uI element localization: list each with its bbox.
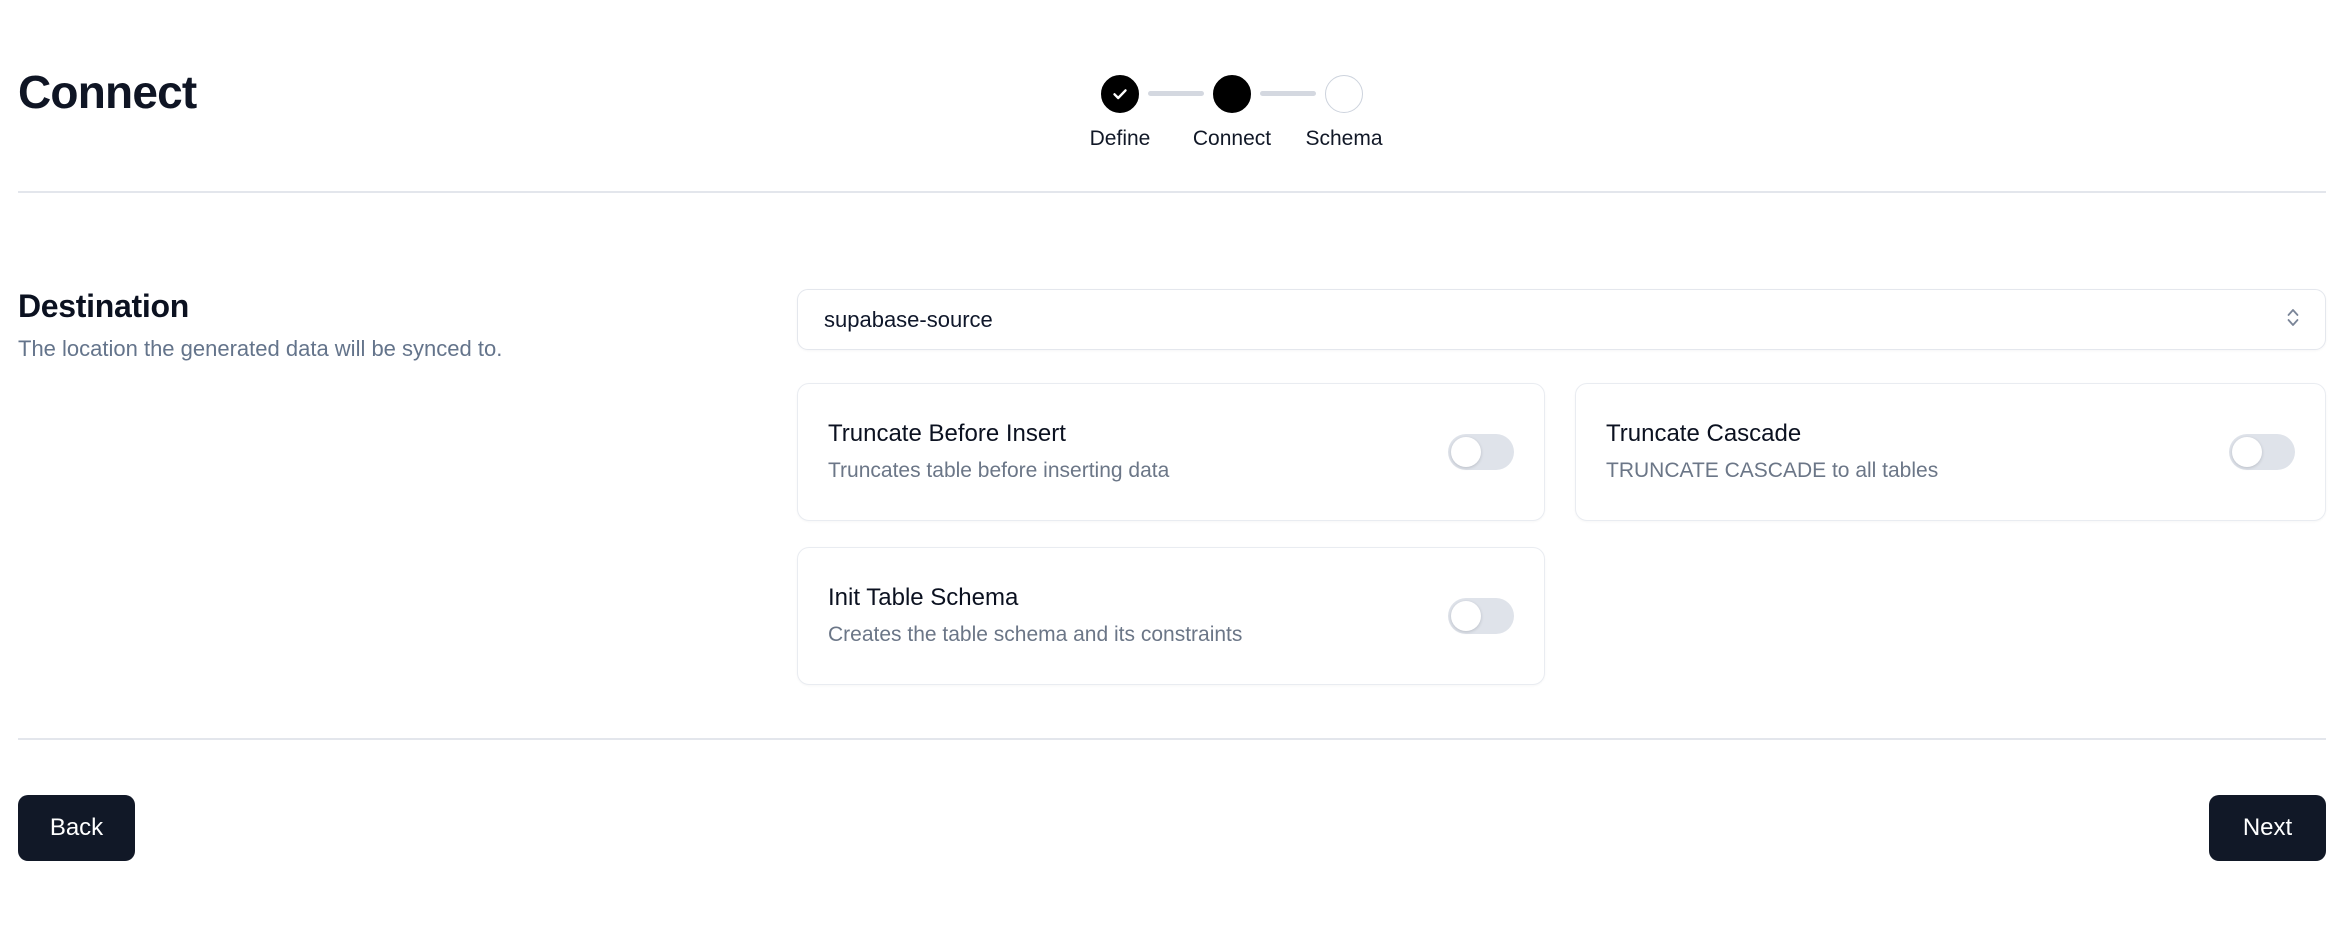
- toggle-knob: [2232, 437, 2262, 467]
- header-divider: [18, 191, 2326, 193]
- stepper-step-define[interactable]: Define: [1070, 75, 1170, 151]
- option-description: TRUNCATE CASCADE to all tables: [1606, 459, 1939, 483]
- toggle-init-table-schema[interactable]: [1448, 598, 1514, 634]
- destination-section-label: Destination The location the generated d…: [18, 287, 758, 364]
- toggle-knob: [1451, 437, 1481, 467]
- option-title: Truncate Before Insert: [828, 420, 1066, 448]
- check-icon: [1113, 89, 1127, 100]
- stepper-step-connect[interactable]: Connect: [1182, 75, 1282, 151]
- option-card-text: Truncate Cascade TRUNCATE CASCADE to all…: [1606, 419, 1938, 484]
- option-title: Truncate Cascade: [1606, 420, 1802, 448]
- toggle-truncate-before-insert[interactable]: [1448, 434, 1514, 470]
- destination-select[interactable]: supabase-source: [797, 289, 2326, 350]
- option-card-text: Truncate Before Insert Truncates table b…: [828, 419, 1169, 484]
- connect-wizard-page: Connect Define Connect Schema Destinatio…: [0, 0, 2344, 932]
- option-title: Init Table Schema: [828, 584, 1019, 612]
- step-indicator-schema: [1325, 75, 1363, 113]
- toggle-knob: [1451, 601, 1481, 631]
- option-card-truncate-cascade[interactable]: Truncate Cascade TRUNCATE CASCADE to all…: [1575, 383, 2326, 521]
- option-card-truncate-before-insert[interactable]: Truncate Before Insert Truncates table b…: [797, 383, 1545, 521]
- stepper-label-define: Define: [1089, 127, 1151, 150]
- destination-select-value: supabase-source: [824, 306, 993, 332]
- option-description: Truncates table before inserting data: [828, 459, 1170, 483]
- stepper-label-schema: Schema: [1305, 127, 1383, 150]
- footer-divider: [18, 738, 2326, 740]
- option-card-init-table-schema[interactable]: Init Table Schema Creates the table sche…: [797, 547, 1545, 685]
- stepper-label-connect: Connect: [1192, 127, 1272, 150]
- toggle-truncate-cascade[interactable]: [2229, 434, 2295, 470]
- page-title: Connect: [18, 66, 197, 118]
- step-indicator-define: [1101, 75, 1139, 113]
- step-indicator-connect: [1213, 75, 1251, 113]
- destination-title: Destination: [18, 288, 189, 324]
- option-card-text: Init Table Schema Creates the table sche…: [828, 583, 1242, 648]
- page-header: Connect Define Connect Schema: [0, 0, 2344, 192]
- stepper-step-schema[interactable]: Schema: [1294, 75, 1394, 151]
- wizard-stepper: Define Connect Schema: [1070, 75, 1394, 151]
- option-description: Creates the table schema and its constra…: [828, 623, 1243, 647]
- destination-subtitle: The location the generated data will be …: [18, 336, 503, 362]
- destination-select-wrapper: supabase-source: [797, 289, 2326, 350]
- back-button[interactable]: Back: [18, 795, 135, 861]
- chevron-up-down-icon: [2285, 304, 2301, 335]
- next-button[interactable]: Next: [2209, 795, 2326, 861]
